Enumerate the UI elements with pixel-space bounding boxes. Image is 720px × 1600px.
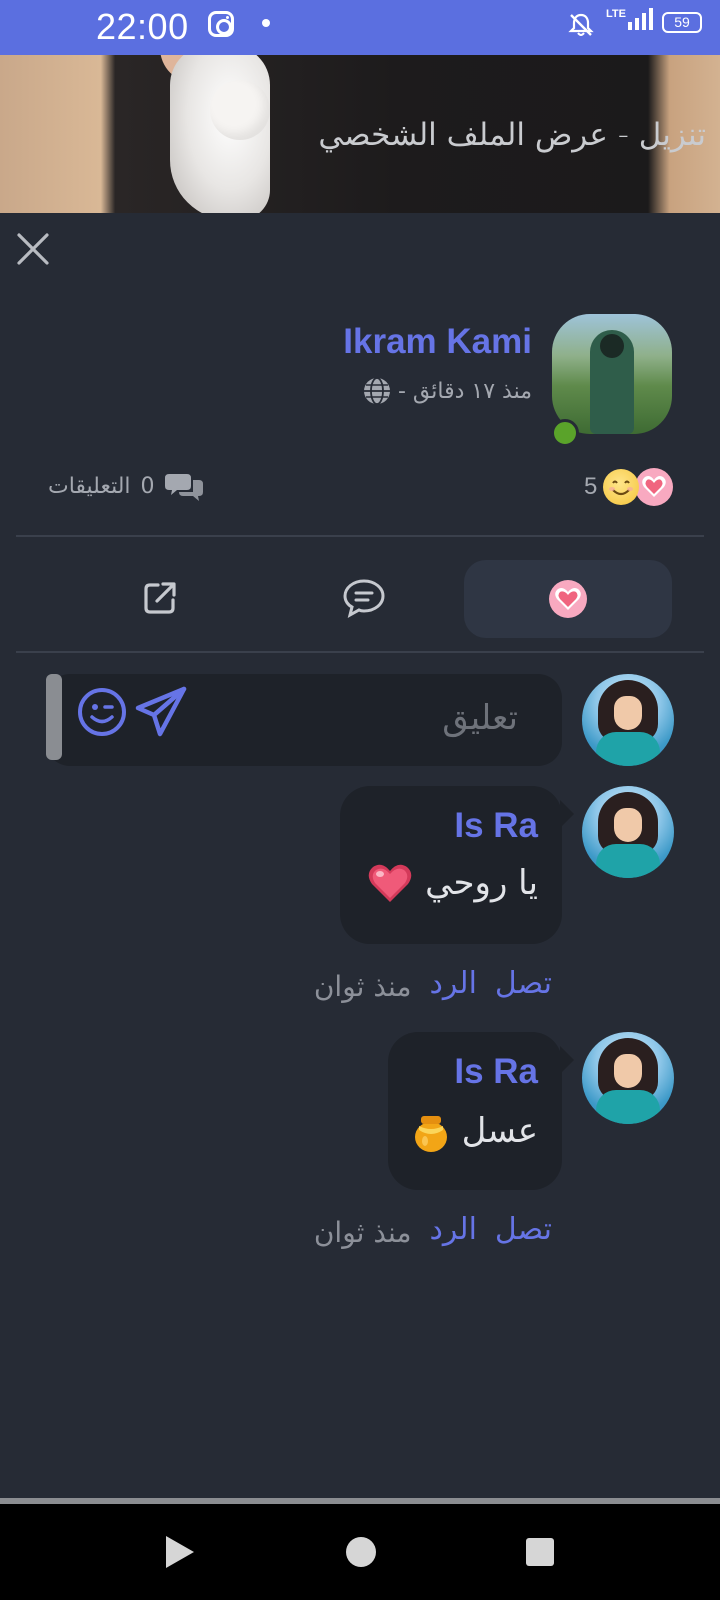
author-name[interactable]: Ikram Kami [343, 322, 532, 362]
reactions-count: 5 [584, 473, 598, 500]
comment-time: منذ ثوان [313, 970, 412, 1003]
recent-apps-icon[interactable] [526, 1538, 554, 1566]
comment-input[interactable]: تعليق [46, 674, 562, 766]
signal-icon [628, 8, 653, 30]
comment-text: عسل [412, 1108, 538, 1154]
chat-bubble-icon [343, 579, 385, 618]
comment-author[interactable]: Is Ra [454, 806, 538, 846]
comment-time: منذ ثوان [313, 1216, 412, 1249]
online-status-indicator [551, 419, 579, 447]
network-type: LTE [606, 8, 626, 20]
status-bar: 22:00 LTE 59 [0, 0, 720, 55]
smile-emoji-icon [603, 469, 640, 505]
comments-count[interactable]: 0 التعليقات [48, 470, 203, 502]
system-nav-bar [0, 1504, 720, 1600]
comment-bubble[interactable]: Is Ra عسل [388, 1032, 574, 1190]
like-comment-link[interactable]: تصل [495, 966, 552, 1003]
notification-dot-icon [262, 19, 270, 27]
reply-link[interactable]: الرد [430, 1212, 477, 1249]
back-icon[interactable] [166, 1536, 194, 1568]
divider-bottom [16, 651, 704, 653]
comment-text-content: يا روحي [425, 863, 538, 903]
status-time: 22:00 [96, 6, 189, 47]
post-meta: منذ ١٧ دقائق - [362, 376, 532, 406]
like-comment-link[interactable]: تصل [495, 1212, 552, 1249]
bubble-tail [560, 1046, 574, 1074]
avatar-face [614, 808, 642, 842]
send-icon[interactable] [134, 686, 188, 738]
close-icon[interactable] [16, 232, 50, 266]
comment-text: يا روحي [367, 862, 538, 904]
comment-bubble[interactable]: Is Ra يا روحي [340, 786, 574, 944]
post-time: منذ ١٧ دقائق - [397, 378, 532, 404]
heart-emoji-icon [635, 468, 674, 506]
battery-icon: 59 [662, 12, 702, 33]
honey-pot-icon [414, 1116, 447, 1152]
avatar-body [596, 732, 660, 766]
avatar-face [614, 696, 642, 730]
comment-text-content: عسل [461, 1111, 538, 1151]
share-button[interactable] [136, 574, 184, 622]
bubble-tail [560, 800, 574, 828]
comment-button[interactable] [336, 574, 392, 622]
comment-meta: تصل الرد منذ ثوان [314, 1212, 552, 1249]
profile-banner: تنزيل - عرض الملف الشخصي [0, 55, 720, 213]
comment-placeholder: تعليق [442, 698, 518, 738]
reactions-summary[interactable]: 5 [584, 468, 674, 506]
comments-label: التعليقات [48, 473, 131, 499]
bell-muted-icon [568, 13, 594, 36]
avatar-body [596, 844, 660, 878]
emoji-picker-icon[interactable] [76, 686, 128, 738]
divider-top [16, 535, 704, 537]
avatar-face [614, 1054, 642, 1088]
comment-meta: تصل الرد منذ ثوان [314, 966, 552, 1003]
home-icon[interactable] [346, 1537, 376, 1567]
input-drag-handle[interactable] [46, 674, 62, 760]
commenter-avatar[interactable] [582, 1032, 674, 1124]
heart-icon [549, 580, 587, 618]
author-avatar[interactable] [552, 314, 672, 434]
globe-icon [363, 377, 390, 405]
banner-paw-shape [210, 80, 270, 140]
current-user-avatar[interactable] [582, 674, 674, 766]
avatar-body [596, 1090, 660, 1124]
avatar-figure [590, 330, 634, 434]
comments-icon [164, 474, 203, 501]
instagram-icon [208, 11, 234, 37]
like-button[interactable] [464, 560, 672, 638]
heart-icon [368, 864, 412, 902]
reply-link[interactable]: الرد [430, 966, 477, 1003]
banner-title[interactable]: تنزيل - عرض الملف الشخصي [318, 117, 706, 153]
comments-number: 0 [140, 473, 155, 499]
commenter-avatar[interactable] [582, 786, 674, 878]
post-action-bar [0, 556, 720, 638]
comment-author[interactable]: Is Ra [454, 1052, 538, 1092]
external-share-icon [144, 582, 176, 614]
